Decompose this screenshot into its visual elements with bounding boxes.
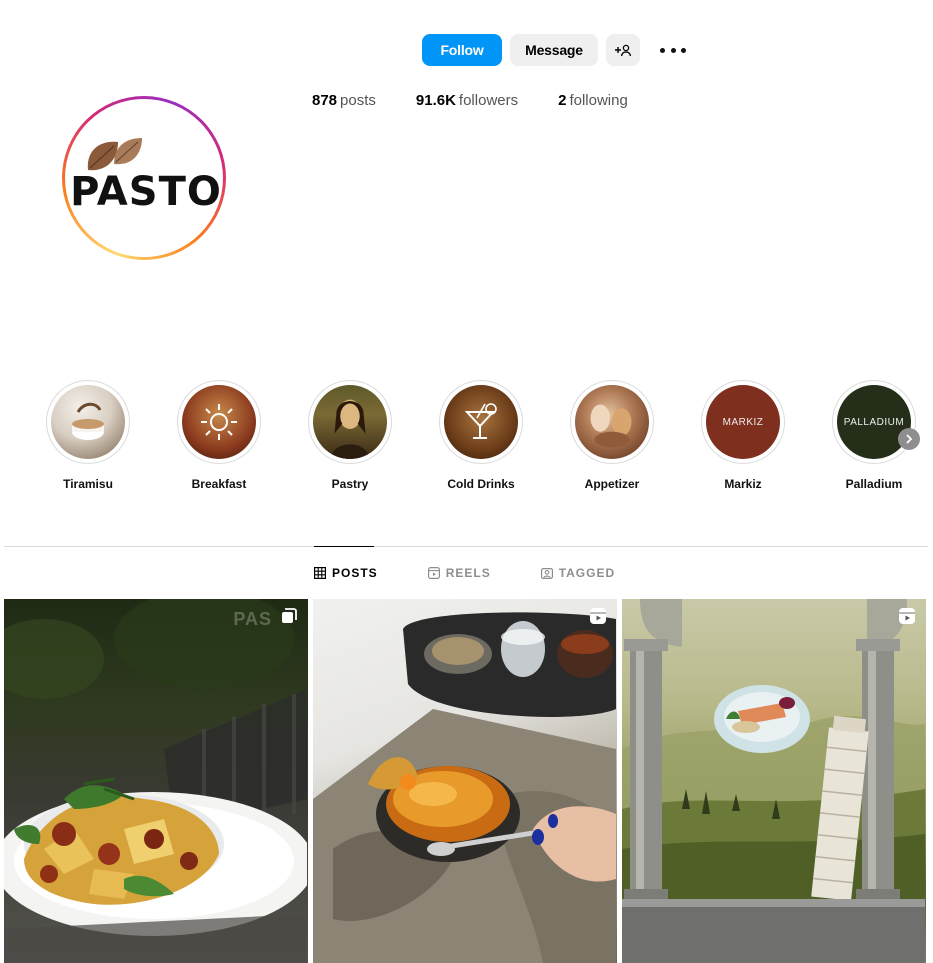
followers-count[interactable]: 91.6K followers <box>416 92 518 109</box>
reel-icon <box>899 608 915 624</box>
profile-stats: 878 posts 91.6K followers 2 following <box>312 92 628 109</box>
post-image <box>4 599 308 963</box>
highlight-cover <box>444 385 518 459</box>
reel-icon <box>590 608 606 624</box>
highlight-cover-text: PALLADIUM <box>843 416 905 428</box>
tab-reels[interactable]: REELS <box>427 566 491 580</box>
highlight-cover <box>51 385 125 459</box>
more-options-icon[interactable] <box>660 40 686 60</box>
highlight-label: Palladium <box>845 477 903 491</box>
highlight-cover-text: MARKIZ <box>722 416 764 428</box>
highlight-cold-drinks[interactable]: Cold Drinks <box>431 380 531 491</box>
grid-icon <box>314 567 326 579</box>
post-image <box>622 599 925 963</box>
highlight-breakfast[interactable]: Breakfast <box>169 380 269 491</box>
following-count[interactable]: 2 following <box>558 92 628 109</box>
tab-label: POSTS <box>332 566 378 580</box>
carousel-icon <box>282 608 297 623</box>
tab-label: TAGGED <box>558 566 616 580</box>
highlight-cover <box>182 385 256 459</box>
portrait-art <box>330 399 370 459</box>
tab-tagged[interactable]: TAGGED <box>540 566 616 580</box>
add-user-icon <box>615 44 632 57</box>
stat-value: 2 <box>558 92 567 109</box>
follow-button[interactable]: Follow <box>422 34 502 66</box>
highlight-pastry[interactable]: Pastry <box>300 380 400 491</box>
stat-value: 878 <box>312 92 338 109</box>
tagged-icon <box>540 568 553 579</box>
posts-grid: PAS <box>4 599 926 963</box>
highlight-label: Appetizer <box>584 477 640 491</box>
suggest-user-button[interactable] <box>606 34 640 66</box>
highlight-cover: MARKIZ <box>706 385 780 459</box>
highlight-appetizer[interactable]: Appetizer <box>562 380 662 491</box>
story-highlights: Tiramisu Breakfast Pastry Cold Drinks Ap… <box>38 380 928 500</box>
stat-label: followers <box>458 92 519 109</box>
post-tile[interactable]: PAS <box>4 599 308 963</box>
highlight-tiramisu[interactable]: Tiramisu <box>38 380 138 491</box>
highlight-label: Breakfast <box>191 477 247 491</box>
profile-tabs: POSTS REELS TAGGED <box>314 566 615 580</box>
stat-label: posts <box>340 92 376 109</box>
highlight-label: Markiz <box>724 477 762 491</box>
profile-avatar[interactable]: PASTO <box>62 96 226 260</box>
tab-posts[interactable]: POSTS <box>314 566 378 580</box>
message-button[interactable]: Message <box>510 34 598 66</box>
highlight-label: Pastry <box>331 477 369 491</box>
highlight-label: Cold Drinks <box>447 477 515 491</box>
tabs-divider <box>4 546 928 547</box>
posts-count: 878 posts <box>312 92 376 109</box>
highlight-markiz[interactable]: MARKIZ Markiz <box>693 380 793 491</box>
appetizer-art <box>590 404 632 448</box>
chevron-right-icon <box>906 434 913 444</box>
post-image <box>313 612 616 963</box>
stat-label: following <box>569 92 628 109</box>
post-tile[interactable] <box>313 599 617 963</box>
highlight-cover <box>575 385 649 459</box>
highlight-cover: PALLADIUM <box>837 385 911 459</box>
sun-icon <box>201 404 237 440</box>
post-watermark: PAS <box>233 609 272 629</box>
profile-actions: Follow Message <box>422 34 686 66</box>
highlight-cover <box>313 385 387 459</box>
avatar-logo: PASTO <box>65 99 223 257</box>
post-tile[interactable] <box>622 599 926 963</box>
active-tab-indicator <box>314 546 374 547</box>
highlight-label: Tiramisu <box>63 477 113 491</box>
reels-icon <box>427 567 440 579</box>
tab-label: REELS <box>445 566 491 580</box>
cocktail-icon <box>464 403 497 439</box>
next-highlights-button[interactable] <box>898 428 920 450</box>
stat-value: 91.6K <box>415 92 456 109</box>
leaves-icon <box>87 138 142 171</box>
